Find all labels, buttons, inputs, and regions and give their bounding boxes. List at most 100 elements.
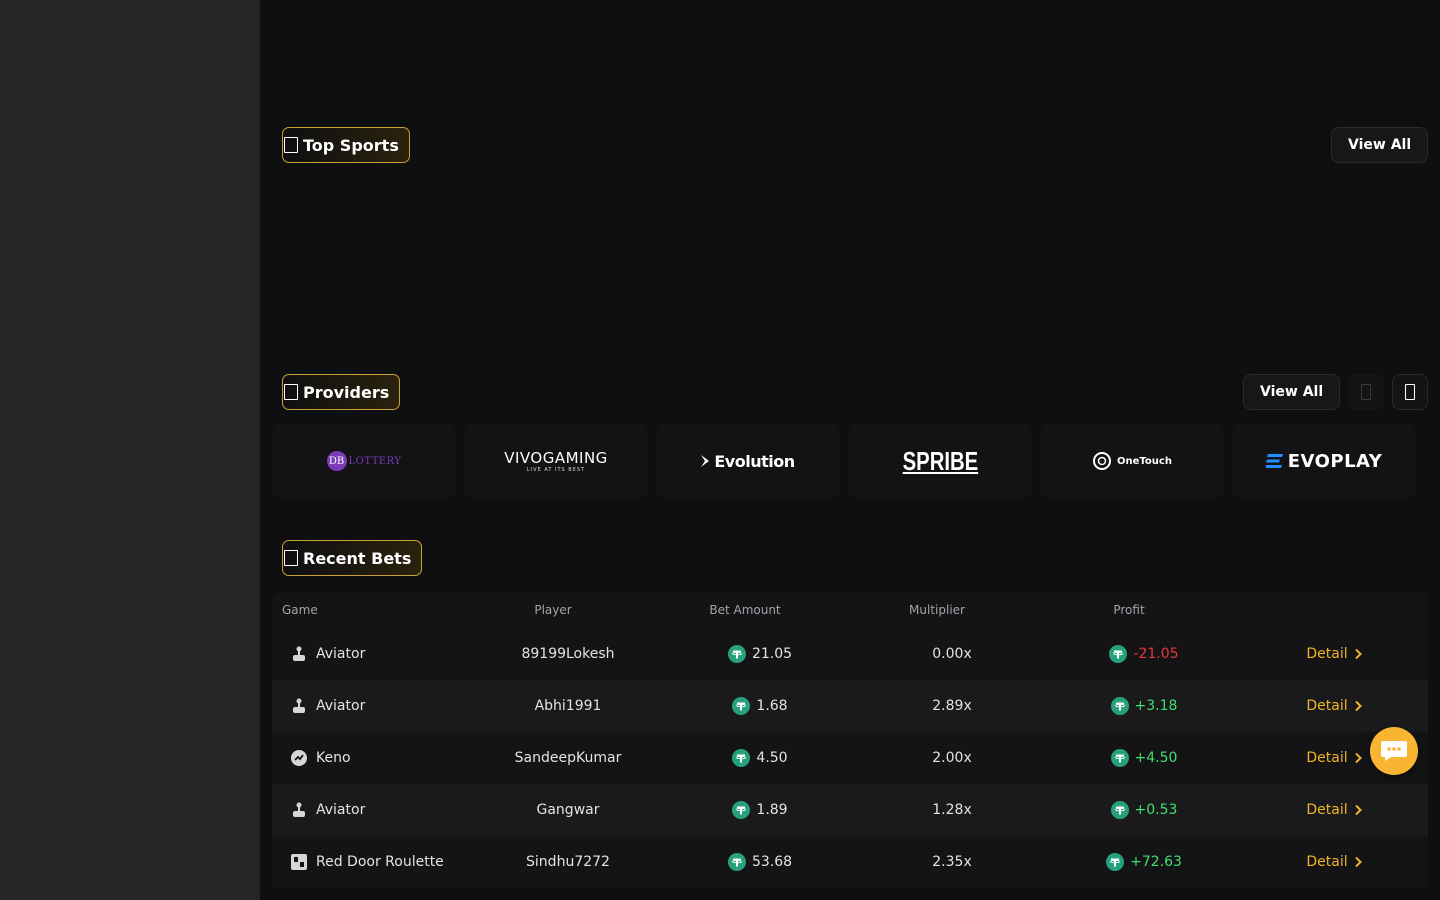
bet-amount-cell: 21.05 [664, 645, 856, 663]
profit-cell: -21.05 [1048, 645, 1240, 663]
chevron-right-icon [1354, 804, 1362, 816]
onetouch-mark-icon [1093, 452, 1112, 470]
player-name[interactable]: Abhi1991 [472, 698, 664, 714]
profit-value: +72.63 [1130, 854, 1182, 870]
bet-amount: 1.68 [756, 698, 788, 714]
evoplay-logo-text: EVOPLAY [1287, 450, 1383, 472]
chevron-right-icon [1354, 648, 1362, 660]
db-lottery-logo-text: LOTTERY [348, 455, 402, 467]
detail-link[interactable]: Detail [1240, 802, 1428, 818]
detail-label: Detail [1306, 802, 1348, 818]
player-name[interactable]: Sindhu7272 [472, 854, 664, 870]
provider-card-onetouch[interactable]: OneTouch [1040, 424, 1224, 498]
game-name[interactable]: Keno [316, 750, 351, 766]
provider-card-db-lottery[interactable]: DB LOTTERY [272, 424, 456, 498]
chat-bubble-icon [1381, 741, 1407, 761]
onetouch-logo-text: OneTouch [1117, 455, 1172, 467]
col-bet-amount: Bet Amount [709, 603, 781, 617]
missing-glyph-icon [284, 550, 298, 566]
player-name[interactable]: 89199Lokesh [472, 646, 664, 662]
game-cell: Aviator [272, 801, 472, 819]
multiplier: 2.35x [932, 854, 972, 870]
evolution-logo: Evolution [701, 452, 795, 471]
chevron-right-icon [1405, 384, 1415, 400]
profit-cell: +4.50 [1048, 749, 1240, 767]
usdt-coin-icon [732, 697, 751, 715]
player-name[interactable]: Gangwar [472, 802, 664, 818]
table-row: Aviator Gangwar 1.89 1.28x +0.53 Detail [272, 784, 1428, 836]
game-cell: Aviator [272, 697, 472, 715]
table-header: Game Player Bet Amount Multiplier Profit [272, 592, 1428, 628]
providers-next-button[interactable] [1392, 374, 1428, 410]
chevron-right-icon [1354, 856, 1362, 868]
provider-card-vivo-gaming[interactable]: VIVOGAMING LIVE AT ITS BEST [464, 424, 648, 498]
game-cell: Aviator [272, 645, 472, 663]
bet-amount: 21.05 [751, 646, 793, 662]
joystick-icon [290, 801, 308, 819]
col-multiplier: Multiplier [909, 603, 965, 617]
profit-value: +0.53 [1134, 802, 1178, 818]
game-name[interactable]: Aviator [316, 802, 365, 818]
game-cell: Red Door Roulette [272, 853, 472, 871]
top-sports-view-all-button[interactable]: View All [1331, 127, 1429, 163]
usdt-coin-icon [1110, 697, 1129, 715]
player-name[interactable]: SandeepKumar [472, 750, 664, 766]
recent-bets-table: Game Player Bet Amount Multiplier Profit… [272, 592, 1428, 888]
main-content: Top Sports View All Providers View All D… [260, 0, 1440, 900]
usdt-coin-icon [1110, 801, 1129, 819]
evoplay-mark-icon [1265, 454, 1283, 468]
bet-amount: 53.68 [751, 854, 793, 870]
usdt-coin-icon [1109, 645, 1128, 663]
provider-card-evolution[interactable]: Evolution [656, 424, 840, 498]
game-name[interactable]: Aviator [316, 646, 365, 662]
usdt-coin-icon [727, 853, 746, 871]
usdt-coin-icon [727, 645, 746, 663]
profit-value: +4.50 [1134, 750, 1178, 766]
top-sports-title: Top Sports [282, 127, 410, 163]
table-body: Aviator 89199Lokesh 21.05 0.00x -21.05 D… [272, 628, 1428, 888]
providers-prev-button[interactable] [1348, 374, 1384, 410]
chat-button[interactable] [1370, 727, 1418, 775]
bet-amount-cell: 4.50 [664, 749, 856, 767]
bet-amount-cell: 1.89 [664, 801, 856, 819]
provider-card-evoplay[interactable]: EVOPLAY [1232, 424, 1416, 498]
profit-value: -21.05 [1133, 646, 1179, 662]
multiplier: 2.00x [932, 750, 972, 766]
detail-link[interactable]: Detail [1240, 646, 1428, 662]
evolution-mark-icon [701, 455, 710, 467]
multiplier: 1.28x [932, 802, 972, 818]
chevron-left-icon [1361, 384, 1371, 400]
detail-label: Detail [1306, 698, 1348, 714]
table-row: Aviator 89199Lokesh 21.05 0.00x -21.05 D… [272, 628, 1428, 680]
detail-link[interactable]: Detail [1240, 698, 1428, 714]
chevron-right-icon [1354, 700, 1362, 712]
providers-title-text: Providers [303, 382, 390, 402]
joystick-icon [290, 697, 308, 715]
provider-card-spribe[interactable]: SPRIBE [848, 424, 1032, 498]
profit-cell: +0.53 [1048, 801, 1240, 819]
detail-link[interactable]: Detail [1240, 854, 1428, 870]
profit-cell: +72.63 [1048, 853, 1240, 871]
providers-view-all-button[interactable]: View All [1243, 374, 1341, 410]
chevron-right-icon [1354, 752, 1362, 764]
game-name[interactable]: Aviator [316, 698, 365, 714]
game-name[interactable]: Red Door Roulette [316, 854, 444, 870]
detail-label: Detail [1306, 646, 1348, 662]
bet-amount-cell: 1.68 [664, 697, 856, 715]
usdt-coin-icon [1106, 853, 1125, 871]
col-game: Game [282, 603, 318, 617]
evoplay-logo: EVOPLAY [1265, 450, 1383, 472]
recent-bets-title-text: Recent Bets [303, 548, 412, 568]
spribe-logo-text: SPRIBE [902, 445, 978, 476]
usdt-coin-icon [1110, 749, 1129, 767]
bet-amount-cell: 53.68 [664, 853, 856, 871]
col-player: Player [534, 603, 572, 617]
table-row: Red Door Roulette Sindhu7272 53.68 2.35x… [272, 836, 1428, 888]
detail-label: Detail [1306, 854, 1348, 870]
recent-bets-title: Recent Bets [282, 540, 423, 576]
db-lottery-logo: DB LOTTERY [326, 451, 402, 471]
usdt-coin-icon [732, 749, 751, 767]
sidebar [0, 0, 260, 900]
onetouch-logo: OneTouch [1092, 451, 1172, 471]
profit-value: +3.18 [1134, 698, 1178, 714]
